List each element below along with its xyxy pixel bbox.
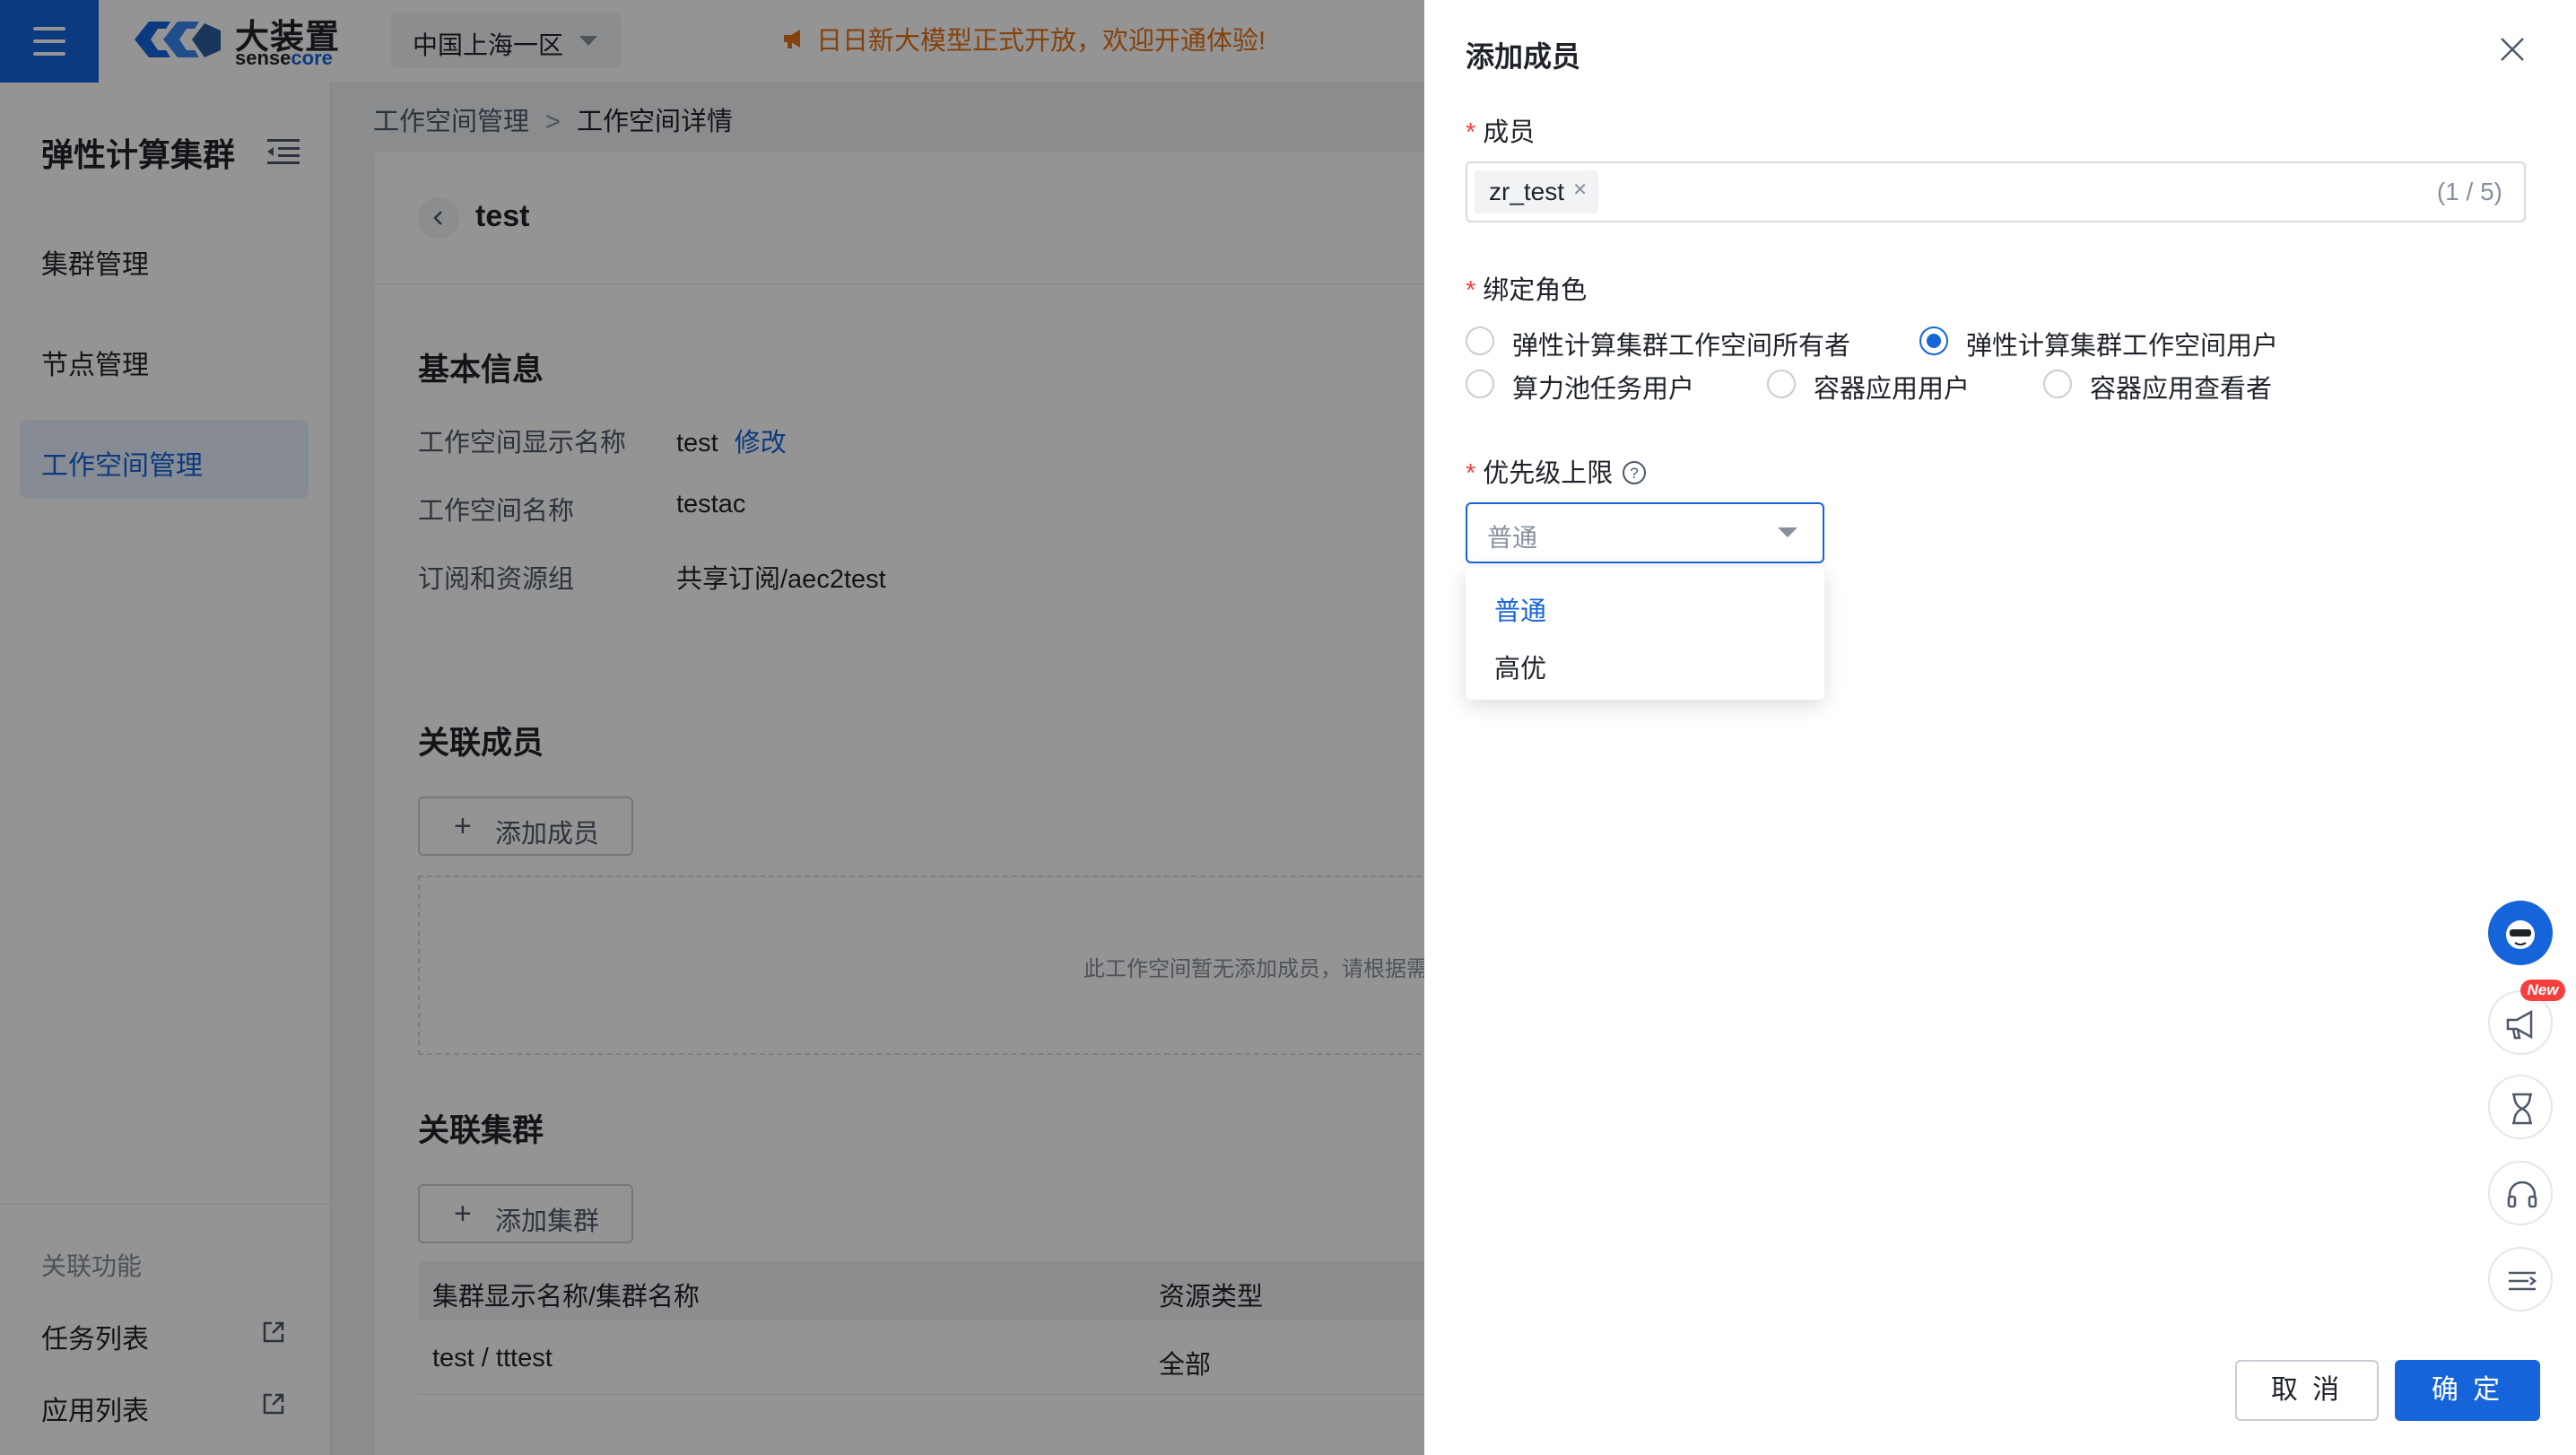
drawer-title: 添加成员 [1466, 40, 1581, 73]
priority-select[interactable]: 普通 [1466, 502, 1824, 563]
question-circle-icon[interactable]: ? [1622, 460, 1647, 485]
member-select-input[interactable]: zr_test ✕ (1 / 5) [1466, 161, 2526, 222]
hourglass-icon [2512, 1093, 2532, 1125]
collapse-panel-button[interactable] [2488, 1247, 2553, 1311]
radio-button[interactable] [1466, 370, 1494, 398]
dropdown-option-normal[interactable]: 普通 [1494, 590, 1546, 628]
chevron-down-icon [1778, 527, 1797, 537]
cancel-button[interactable]: 取 消 [2235, 1360, 2379, 1421]
radio-label: 弹性计算集群工作空间所有者 [1512, 332, 1851, 361]
role-field-label: * 绑定角色 [1466, 276, 1588, 305]
cancel-label: 取 消 [2270, 1375, 2344, 1405]
new-badge: New [2520, 980, 2565, 1001]
modal-mask[interactable] [0, 0, 1424, 1455]
assistant-avatar-button[interactable] [2488, 901, 2553, 965]
radio-button[interactable] [1767, 370, 1796, 398]
radio-label: 容器应用查看者 [2090, 375, 2273, 404]
list-indent-icon [2509, 1271, 2537, 1291]
dropdown-option-high[interactable]: 高优 [1494, 648, 1546, 685]
member-field-label: * 成员 [1466, 118, 1536, 147]
priority-field-label: * 优先级上限? [1466, 452, 1647, 490]
priority-select-value: 普通 [1487, 524, 1538, 552]
history-button[interactable] [2488, 1075, 2553, 1139]
close-icon[interactable] [2499, 36, 2526, 63]
radio-button[interactable] [1919, 327, 1948, 355]
radio-button[interactable] [1466, 327, 1494, 355]
svg-text:?: ? [1631, 465, 1639, 482]
member-tag-label: zr_test [1489, 178, 1565, 205]
radio-label: 容器应用用户 [1814, 375, 1971, 404]
radio-label: 弹性计算集群工作空间用户 [1966, 332, 2279, 361]
announcement-icon [2506, 1009, 2533, 1040]
add-member-drawer: 添加成员 * 成员 zr_test ✕ (1 / 5) * 绑定角色 弹性计算集群工… [1424, 0, 2576, 1455]
confirm-button[interactable]: 确 定 [2395, 1360, 2540, 1421]
radio-button[interactable] [2043, 370, 2072, 398]
support-button[interactable] [2488, 1161, 2553, 1225]
member-tag: zr_test ✕ [1475, 170, 1599, 213]
confirm-label: 确 定 [2431, 1375, 2504, 1405]
radio-label: 算力池任务用户 [1512, 375, 1695, 404]
priority-dropdown: 普通 高优 [1466, 567, 1824, 700]
remove-tag-icon[interactable]: ✕ [1572, 181, 1588, 199]
member-count: (1 / 5) [2436, 178, 2502, 205]
assistant-avatar-icon [2506, 920, 2535, 949]
headset-icon [2507, 1181, 2537, 1208]
